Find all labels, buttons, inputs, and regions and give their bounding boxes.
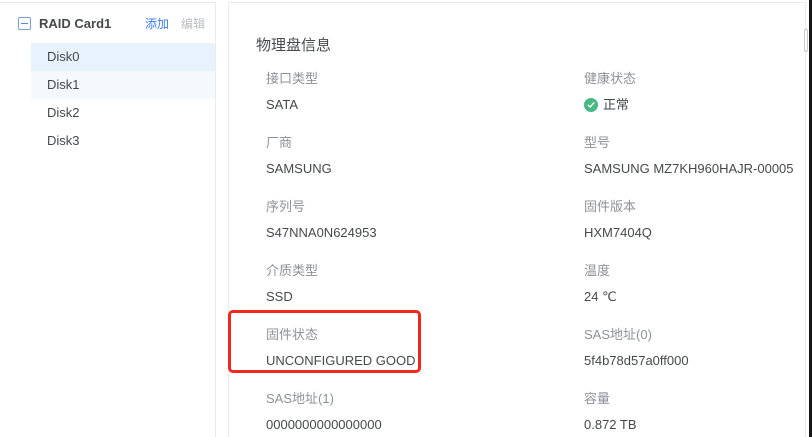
field-health-status: 健康状态 正常 — [584, 71, 805, 113]
field-label: SAS地址(0) — [584, 327, 805, 343]
field-label: 温度 — [584, 263, 805, 279]
field-value: UNCONFIGURED GOOD — [266, 353, 584, 369]
collapse-minus-icon[interactable] — [18, 17, 31, 30]
disk-list: Disk0 Disk1 Disk2 Disk3 — [0, 43, 215, 155]
field-vendor: 厂商 SAMSUNG — [266, 135, 584, 177]
field-label: 容量 — [584, 391, 805, 407]
field-sas-address-0: SAS地址(0) 5f4b78d57a0ff000 — [584, 327, 805, 369]
field-value: 5f4b78d57a0ff000 — [584, 353, 805, 369]
raid-card-tree-node: RAID Card1 添加 编辑 — [0, 3, 215, 43]
field-value: SSD — [266, 289, 584, 305]
field-label: 序列号 — [266, 199, 584, 215]
field-label: 固件版本 — [584, 199, 805, 215]
field-value: 0000000000000000 — [266, 417, 584, 433]
add-link[interactable]: 添加 — [145, 15, 169, 32]
field-value: SATA — [266, 97, 584, 113]
disk-detail-panel: 物理盘信息 接口类型 SATA 健康状态 正常 厂商 SAMSUNG — [228, 2, 806, 437]
physical-disk-info-page: RAID Card1 添加 编辑 Disk0 Disk1 Disk2 Disk3… — [0, 0, 812, 437]
field-value: SAMSUNG — [266, 161, 584, 177]
edit-link[interactable]: 编辑 — [181, 15, 205, 32]
tree-actions: 添加 编辑 — [145, 15, 205, 32]
fields-grid: 接口类型 SATA 健康状态 正常 厂商 SAMSUNG 型号 SAMSUNG … — [266, 71, 805, 437]
field-value: 24 ℃ — [584, 289, 805, 305]
field-value: 正常 — [584, 97, 805, 113]
field-capacity: 容量 0.872 TB — [584, 391, 805, 433]
field-label: 型号 — [584, 135, 805, 151]
sidebar-item-disk2[interactable]: Disk2 — [31, 99, 215, 127]
field-firmware-version: 固件版本 HXM7404Q — [584, 199, 805, 241]
sidebar-item-disk0[interactable]: Disk0 — [31, 43, 215, 71]
scrollbar-thumb[interactable] — [804, 29, 808, 52]
field-value: HXM7404Q — [584, 225, 805, 241]
field-label: 介质类型 — [266, 263, 584, 279]
field-label: 厂商 — [266, 135, 584, 151]
field-interface-type: 接口类型 SATA — [266, 71, 584, 113]
field-sas-address-1: SAS地址(1) 0000000000000000 — [266, 391, 584, 433]
check-circle-icon — [584, 98, 598, 112]
field-label: SAS地址(1) — [266, 391, 584, 407]
field-serial-number: 序列号 S47NNA0N624953 — [266, 199, 584, 241]
field-value: S47NNA0N624953 — [266, 225, 584, 241]
field-label: 接口类型 — [266, 71, 584, 87]
raid-tree-sidebar: RAID Card1 添加 编辑 Disk0 Disk1 Disk2 Disk3 — [0, 2, 216, 437]
health-status-text: 正常 — [603, 97, 629, 113]
field-temperature: 温度 24 ℃ — [584, 263, 805, 305]
sidebar-item-disk3[interactable]: Disk3 — [31, 127, 215, 155]
field-media-type: 介质类型 SSD — [266, 263, 584, 305]
field-firmware-state: 固件状态 UNCONFIGURED GOOD — [266, 327, 584, 369]
field-model: 型号 SAMSUNG MZ7KH960HAJR-00005 — [584, 135, 805, 177]
raid-card-label[interactable]: RAID Card1 — [39, 16, 111, 31]
field-label: 健康状态 — [584, 71, 805, 87]
sidebar-item-disk1[interactable]: Disk1 — [31, 71, 215, 99]
page-title: 物理盘信息 — [256, 34, 805, 55]
field-value: 0.872 TB — [584, 417, 805, 433]
field-label: 固件状态 — [266, 327, 584, 343]
field-value: SAMSUNG MZ7KH960HAJR-00005 — [584, 161, 805, 177]
